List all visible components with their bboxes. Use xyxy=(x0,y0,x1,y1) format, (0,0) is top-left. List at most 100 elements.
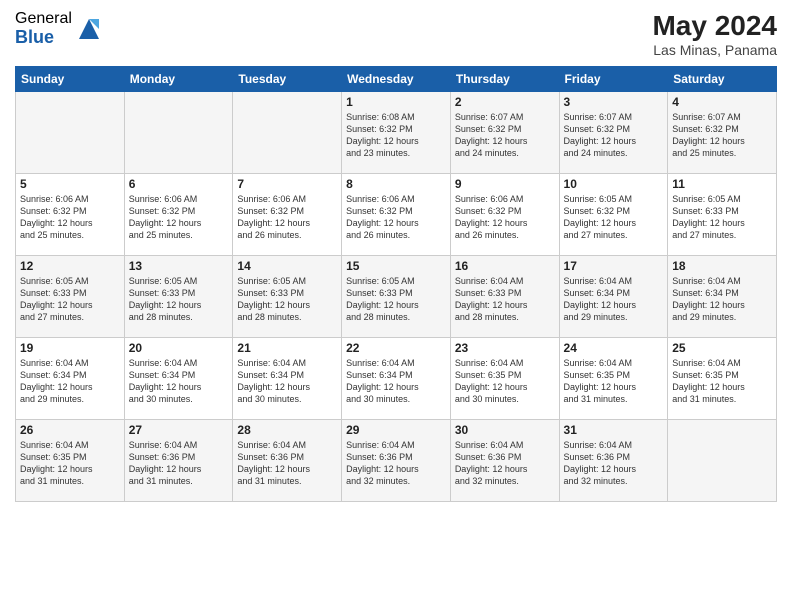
col-thursday: Thursday xyxy=(450,67,559,92)
day-number: 16 xyxy=(455,259,555,273)
cell-content: Sunrise: 6:04 AM Sunset: 6:34 PM Dayligh… xyxy=(564,275,664,324)
col-wednesday: Wednesday xyxy=(342,67,451,92)
day-number: 6 xyxy=(129,177,229,191)
cell-content: Sunrise: 6:04 AM Sunset: 6:36 PM Dayligh… xyxy=(346,439,446,488)
cell-content: Sunrise: 6:04 AM Sunset: 6:34 PM Dayligh… xyxy=(129,357,229,406)
day-number: 9 xyxy=(455,177,555,191)
cell-content: Sunrise: 6:05 AM Sunset: 6:33 PM Dayligh… xyxy=(129,275,229,324)
cell-content: Sunrise: 6:05 AM Sunset: 6:33 PM Dayligh… xyxy=(346,275,446,324)
day-number: 2 xyxy=(455,95,555,109)
table-row: 5 Sunrise: 6:06 AM Sunset: 6:32 PM Daylig… xyxy=(16,174,125,256)
table-row: 16 Sunrise: 6:04 AM Sunset: 6:33 PM Dayli… xyxy=(450,256,559,338)
cell-content: Sunrise: 6:04 AM Sunset: 6:36 PM Dayligh… xyxy=(129,439,229,488)
table-row: 12Sunrise: 6:05 AM Sunset: 6:33 PM Dayli… xyxy=(16,256,125,338)
table-row: 29 Sunrise: 6:04 AM Sunset: 6:36 PM Dayli… xyxy=(342,420,451,502)
table-row xyxy=(124,92,233,174)
day-number: 8 xyxy=(346,177,446,191)
table-row: 31 Sunrise: 6:04 AM Sunset: 6:36 PM Dayli… xyxy=(559,420,668,502)
logo-text: General Blue xyxy=(15,10,72,47)
cell-content: Sunrise: 6:06 AM Sunset: 6:32 PM Dayligh… xyxy=(20,193,120,242)
col-friday: Friday xyxy=(559,67,668,92)
calendar-table: Sunday Monday Tuesday Wednesday Thursday… xyxy=(15,66,777,502)
table-row: 26Sunrise: 6:04 AM Sunset: 6:35 PM Dayli… xyxy=(16,420,125,502)
day-number: 12 xyxy=(20,259,120,273)
day-number: 27 xyxy=(129,423,229,437)
cell-content: Sunrise: 6:07 AM Sunset: 6:32 PM Dayligh… xyxy=(672,111,772,160)
table-row: 15 Sunrise: 6:05 AM Sunset: 6:33 PM Dayli… xyxy=(342,256,451,338)
table-row: 3 Sunrise: 6:07 AM Sunset: 6:32 PM Daylig… xyxy=(559,92,668,174)
table-row: 1Sunrise: 6:08 AM Sunset: 6:32 PM Daylig… xyxy=(342,92,451,174)
table-row: 27 Sunrise: 6:04 AM Sunset: 6:36 PM Dayli… xyxy=(124,420,233,502)
table-row: 11 Sunrise: 6:05 AM Sunset: 6:33 PM Dayli… xyxy=(668,174,777,256)
day-number: 24 xyxy=(564,341,664,355)
table-row: 19Sunrise: 6:04 AM Sunset: 6:34 PM Dayli… xyxy=(16,338,125,420)
table-row: 13 Sunrise: 6:05 AM Sunset: 6:33 PM Dayli… xyxy=(124,256,233,338)
day-number: 28 xyxy=(237,423,337,437)
table-row: 7 Sunrise: 6:06 AM Sunset: 6:32 PM Daylig… xyxy=(233,174,342,256)
logo-general: General xyxy=(15,10,72,28)
table-row: 30Sunrise: 6:04 AM Sunset: 6:36 PM Dayli… xyxy=(450,420,559,502)
day-number: 13 xyxy=(129,259,229,273)
table-row: 18Sunrise: 6:04 AM Sunset: 6:34 PM Dayli… xyxy=(668,256,777,338)
col-monday: Monday xyxy=(124,67,233,92)
cell-content: Sunrise: 6:07 AM Sunset: 6:32 PM Dayligh… xyxy=(455,111,555,160)
table-row xyxy=(668,420,777,502)
day-number: 21 xyxy=(237,341,337,355)
day-number: 29 xyxy=(346,423,446,437)
cell-content: Sunrise: 6:04 AM Sunset: 6:34 PM Dayligh… xyxy=(237,357,337,406)
week-row-1: 1Sunrise: 6:08 AM Sunset: 6:32 PM Daylig… xyxy=(16,92,777,174)
cell-content: Sunrise: 6:05 AM Sunset: 6:33 PM Dayligh… xyxy=(237,275,337,324)
table-row: 17Sunrise: 6:04 AM Sunset: 6:34 PM Dayli… xyxy=(559,256,668,338)
table-row xyxy=(16,92,125,174)
day-number: 26 xyxy=(20,423,120,437)
table-row: 6 Sunrise: 6:06 AM Sunset: 6:32 PM Daylig… xyxy=(124,174,233,256)
table-row: 2 Sunrise: 6:07 AM Sunset: 6:32 PM Daylig… xyxy=(450,92,559,174)
day-number: 30 xyxy=(455,423,555,437)
day-number: 11 xyxy=(672,177,772,191)
day-number: 31 xyxy=(564,423,664,437)
cell-content: Sunrise: 6:06 AM Sunset: 6:32 PM Dayligh… xyxy=(129,193,229,242)
cell-content: Sunrise: 6:04 AM Sunset: 6:34 PM Dayligh… xyxy=(346,357,446,406)
cell-content: Sunrise: 6:07 AM Sunset: 6:32 PM Dayligh… xyxy=(564,111,664,160)
cell-content: Sunrise: 6:05 AM Sunset: 6:33 PM Dayligh… xyxy=(672,193,772,242)
col-sunday: Sunday xyxy=(16,67,125,92)
cell-content: Sunrise: 6:04 AM Sunset: 6:33 PM Dayligh… xyxy=(455,275,555,324)
table-row: 21 Sunrise: 6:04 AM Sunset: 6:34 PM Dayli… xyxy=(233,338,342,420)
table-row: 22Sunrise: 6:04 AM Sunset: 6:34 PM Dayli… xyxy=(342,338,451,420)
table-row: 24Sunrise: 6:04 AM Sunset: 6:35 PM Dayli… xyxy=(559,338,668,420)
cell-content: Sunrise: 6:04 AM Sunset: 6:35 PM Dayligh… xyxy=(455,357,555,406)
logo-icon xyxy=(75,15,103,43)
cell-content: Sunrise: 6:08 AM Sunset: 6:32 PM Dayligh… xyxy=(346,111,446,160)
day-number: 18 xyxy=(672,259,772,273)
cell-content: Sunrise: 6:06 AM Sunset: 6:32 PM Dayligh… xyxy=(455,193,555,242)
logo: General Blue xyxy=(15,10,103,47)
cell-content: Sunrise: 6:06 AM Sunset: 6:32 PM Dayligh… xyxy=(237,193,337,242)
day-number: 20 xyxy=(129,341,229,355)
day-number: 3 xyxy=(564,95,664,109)
table-row: 4 Sunrise: 6:07 AM Sunset: 6:32 PM Daylig… xyxy=(668,92,777,174)
week-row-4: 19 Sunrise: 6:04 AM Sunset: 6:34 PM Dayli… xyxy=(16,338,777,420)
table-row: 10Sunrise: 6:05 AM Sunset: 6:32 PM Dayli… xyxy=(559,174,668,256)
cell-content: Sunrise: 6:05 AM Sunset: 6:32 PM Dayligh… xyxy=(564,193,664,242)
table-row: 8 Sunrise: 6:06 AM Sunset: 6:32 PM Daylig… xyxy=(342,174,451,256)
day-number: 25 xyxy=(672,341,772,355)
table-row: 14 Sunrise: 6:05 AM Sunset: 6:33 PM Dayli… xyxy=(233,256,342,338)
day-number: 7 xyxy=(237,177,337,191)
day-number: 4 xyxy=(672,95,772,109)
cell-content: Sunrise: 6:04 AM Sunset: 6:36 PM Dayligh… xyxy=(564,439,664,488)
cell-content: Sunrise: 6:04 AM Sunset: 6:35 PM Dayligh… xyxy=(672,357,772,406)
week-row-3: 12 Sunrise: 6:05 AM Sunset: 6:33 PM Dayli… xyxy=(16,256,777,338)
day-number: 15 xyxy=(346,259,446,273)
day-number: 23 xyxy=(455,341,555,355)
cell-content: Sunrise: 6:04 AM Sunset: 6:36 PM Dayligh… xyxy=(237,439,337,488)
col-saturday: Saturday xyxy=(668,67,777,92)
week-row-5: 26Sunrise: 6:04 AM Sunset: 6:35 PM Dayli… xyxy=(16,420,777,502)
month-year: May 2024 xyxy=(652,10,777,42)
table-row: 9 Sunrise: 6:06 AM Sunset: 6:32 PM Daylig… xyxy=(450,174,559,256)
cell-content: Sunrise: 6:06 AM Sunset: 6:32 PM Dayligh… xyxy=(346,193,446,242)
day-number: 19 xyxy=(20,341,120,355)
day-number: 14 xyxy=(237,259,337,273)
day-number: 5 xyxy=(20,177,120,191)
calendar-page: General Blue May 2024 Las Minas, Panama … xyxy=(0,0,792,612)
week-row-2: 5 Sunrise: 6:06 AM Sunset: 6:32 PM Daylig… xyxy=(16,174,777,256)
